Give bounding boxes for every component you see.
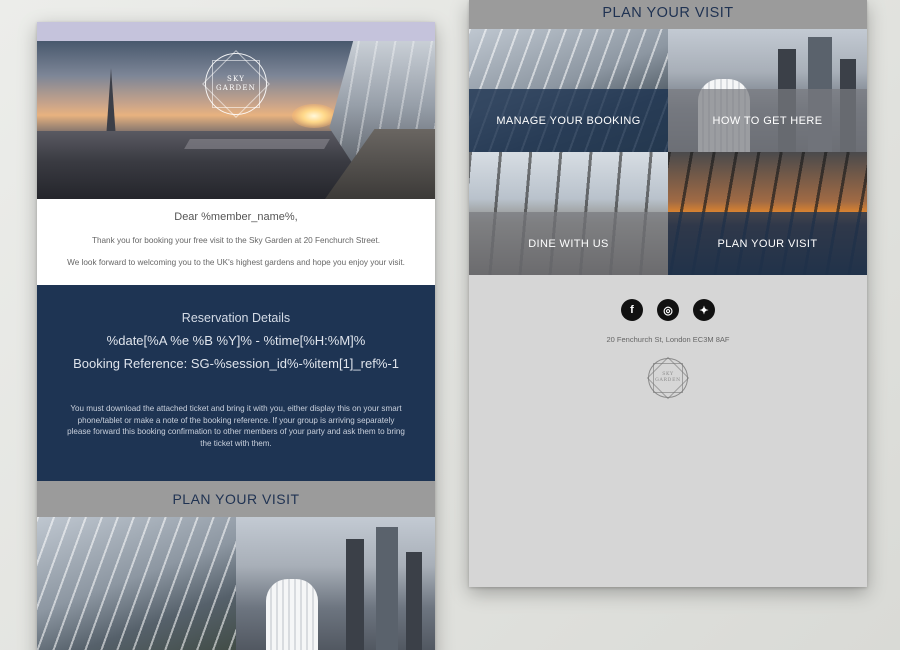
river [184, 139, 330, 149]
salutation: Dear %member_name%, [174, 211, 298, 223]
email-preview-left: SKY GARDEN Dear %member_name%, Thank you… [37, 22, 435, 650]
how-to-get-here-link[interactable]: HOW TO GET HERE [668, 89, 867, 152]
manage-booking-link[interactable]: MANAGE YOUR BOOKING [469, 89, 668, 152]
welcome-text: We look forward to welcoming you to the … [67, 258, 405, 267]
social-links: f ◎ ✦ [469, 299, 867, 321]
tile-dine-with-us[interactable]: DINE WITH US [469, 152, 668, 275]
tile-plan-your-visit[interactable]: PLAN YOUR VISIT [668, 152, 867, 275]
walkie-talkie-building [266, 579, 318, 650]
canopy-photo [37, 517, 236, 650]
tile-how-to-get-here[interactable]: HOW TO GET HERE [668, 29, 867, 152]
dine-with-us-link[interactable]: DINE WITH US [469, 212, 668, 275]
hero-image: SKY GARDEN [37, 41, 435, 199]
booking-reference: Booking Reference: SG-%session_id%-%item… [73, 356, 399, 371]
twitter-icon[interactable]: ✦ [693, 299, 715, 321]
tile-manage-booking-preview[interactable] [37, 517, 236, 650]
greeting-section: Dear %member_name%, Thank you for bookin… [37, 199, 435, 285]
plan-visit-heading: PLAN YOUR VISIT [37, 481, 435, 517]
plan-visit-heading-right: PLAN YOUR VISIT [469, 0, 867, 29]
sky-garden-logo-footer: SKY GARDEN [646, 356, 690, 400]
plan-your-visit-link[interactable]: PLAN YOUR VISIT [668, 212, 867, 275]
sunset-glow [292, 104, 336, 128]
tile-grid-left [37, 517, 435, 650]
sky-garden-logo: SKY GARDEN [202, 50, 270, 118]
reservation-title: Reservation Details [181, 311, 291, 325]
reservation-details: Reservation Details %date[%A %e %B %Y]% … [37, 285, 435, 481]
tile-grid: MANAGE YOUR BOOKING HOW TO GET HERE DINE… [469, 29, 867, 275]
facebook-icon[interactable]: f [621, 299, 643, 321]
city-photo [236, 517, 435, 650]
email-preview-right: PLAN YOUR VISIT MANAGE YOUR BOOKING HOW … [469, 0, 867, 587]
reservation-date: %date[%A %e %B %Y]% - %time[%H:%M]% [106, 333, 366, 348]
tile-manage-booking[interactable]: MANAGE YOUR BOOKING [469, 29, 668, 152]
thank-you-text: Thank you for booking your free visit to… [91, 236, 381, 245]
header-strip [37, 22, 435, 41]
footer: f ◎ ✦ 20 Fenchurch St, London EC3M 8AF S… [469, 275, 867, 400]
tile-how-to-get-here-preview[interactable] [236, 517, 435, 650]
ticket-note: You must download the attached ticket an… [67, 404, 405, 448]
instagram-icon[interactable]: ◎ [657, 299, 679, 321]
address: 20 Fenchurch St, London EC3M 8AF [606, 335, 730, 344]
